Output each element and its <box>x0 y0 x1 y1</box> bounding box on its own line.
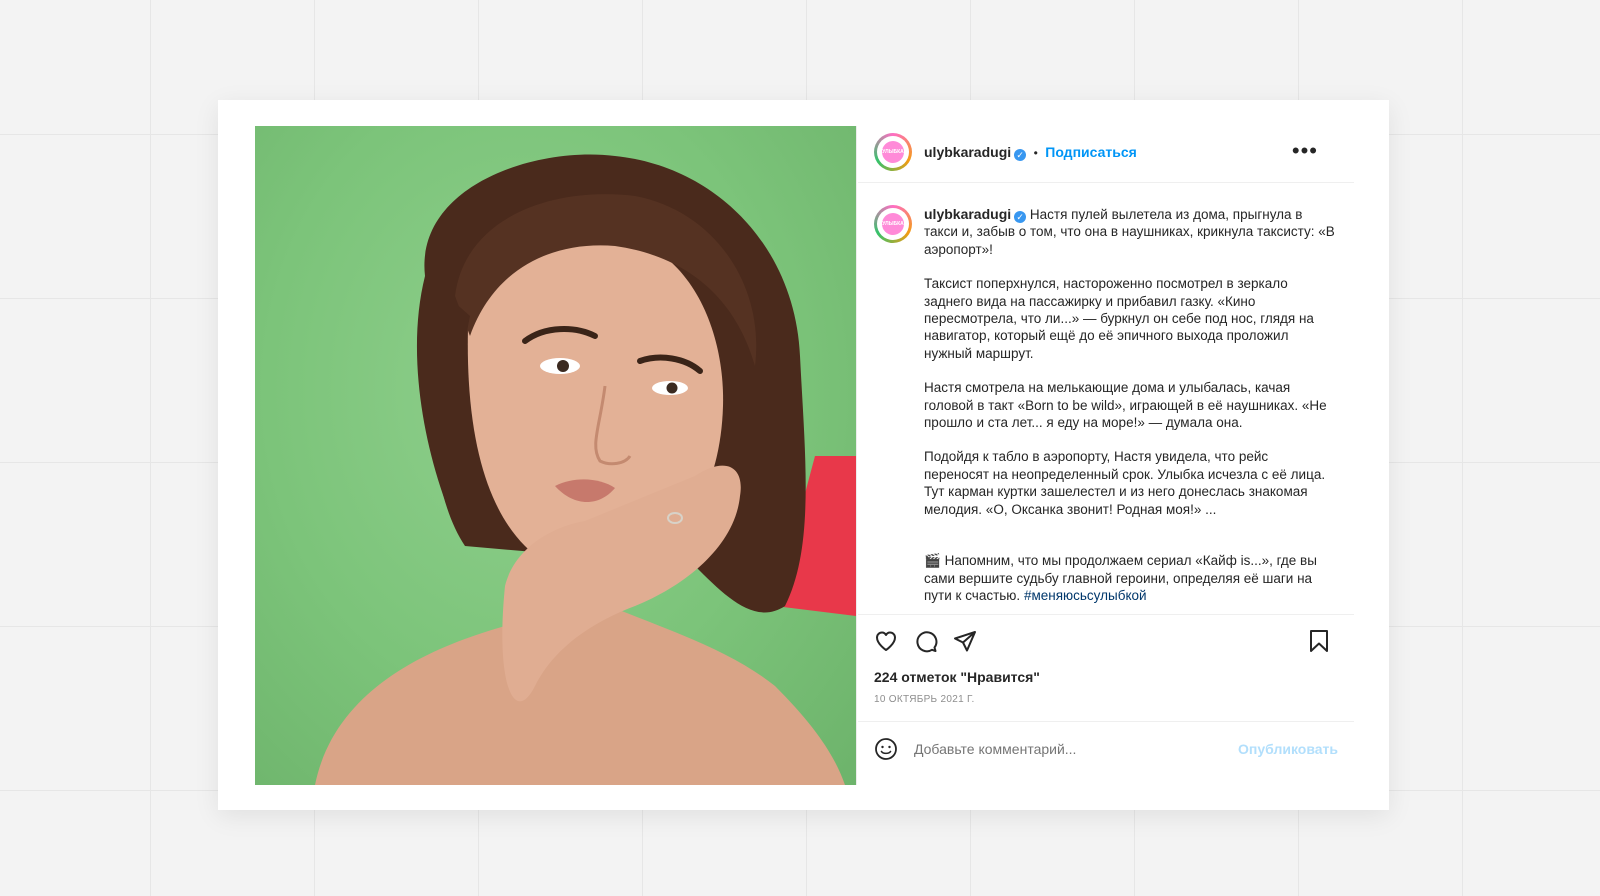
post-sidebar: УЛЫБКА РАДУГИ ulybkaradugi ✓ • Подписатьс… <box>858 100 1389 810</box>
comment-bar: Опубликовать <box>858 721 1354 776</box>
avatar-logo: УЛЫБКА РАДУГИ <box>882 213 904 249</box>
post-card: УЛЫБКА РАДУГИ ulybkaradugi ✓ • Подписатьс… <box>218 100 1389 810</box>
caption-text-4: Подойдя к табло в аэропорту, Настя увиде… <box>924 449 1326 517</box>
separator-dot: • <box>1033 146 1038 160</box>
more-options-icon[interactable]: ••• <box>1292 140 1318 162</box>
post-date: 10 ОКТЯБРЬ 2021 Г. <box>874 694 975 705</box>
caption-paragraph-5: 🎬 Напомним, что мы продолжаем сериал «Ка… <box>924 552 1336 604</box>
comment-input[interactable] <box>912 740 1216 758</box>
post-header: УЛЫБКА РАДУГИ ulybkaradugi ✓ • Подписатьс… <box>858 126 1354 183</box>
publish-button[interactable]: Опубликовать <box>1238 741 1338 757</box>
post-photo[interactable] <box>255 126 856 785</box>
username[interactable]: ulybkaradugi <box>924 144 1011 160</box>
caption-avatar[interactable]: УЛЫБКА РАДУГИ <box>874 205 912 249</box>
bookmark-icon[interactable] <box>1308 629 1330 653</box>
caption-text-2: Таксист поперхнулся, настороженно посмот… <box>924 276 1314 361</box>
comment-icon[interactable] <box>914 629 938 653</box>
likes-count[interactable]: 224 отметок "Нравится" <box>874 669 1040 685</box>
avatar[interactable]: УЛЫБКА РАДУГИ <box>874 133 912 177</box>
avatar-logo: УЛЫБКА РАДУГИ <box>882 141 904 177</box>
photo-divider <box>856 126 857 785</box>
caption-username[interactable]: ulybkaradugi <box>924 206 1011 222</box>
share-icon[interactable] <box>953 629 977 653</box>
clapperboard-icon: 🎬 <box>924 553 941 569</box>
follow-button[interactable]: Подписаться <box>1045 144 1137 160</box>
caption-paragraph: ulybkaradugi ✓ Настя пулей вылетела из до… <box>924 206 1336 258</box>
verified-icon: ✓ <box>1014 211 1027 223</box>
verified-icon: ✓ <box>1014 149 1027 161</box>
post-caption: ulybkaradugi ✓ Настя пулей вылетела из до… <box>924 206 1336 621</box>
post-actions: 224 отметок "Нравится" 10 ОКТЯБРЬ 2021 Г… <box>858 614 1354 805</box>
heart-icon[interactable] <box>874 629 898 653</box>
caption-text-3: Настя смотрела на мелькающие дома и улыб… <box>924 380 1327 431</box>
hashtag-link[interactable]: #меняюсьсулыбкой <box>1024 588 1147 603</box>
emoji-icon[interactable] <box>874 737 898 761</box>
portrait-illustration <box>315 154 856 785</box>
header-user-line: ulybkaradugi ✓ • Подписаться <box>924 144 1137 162</box>
